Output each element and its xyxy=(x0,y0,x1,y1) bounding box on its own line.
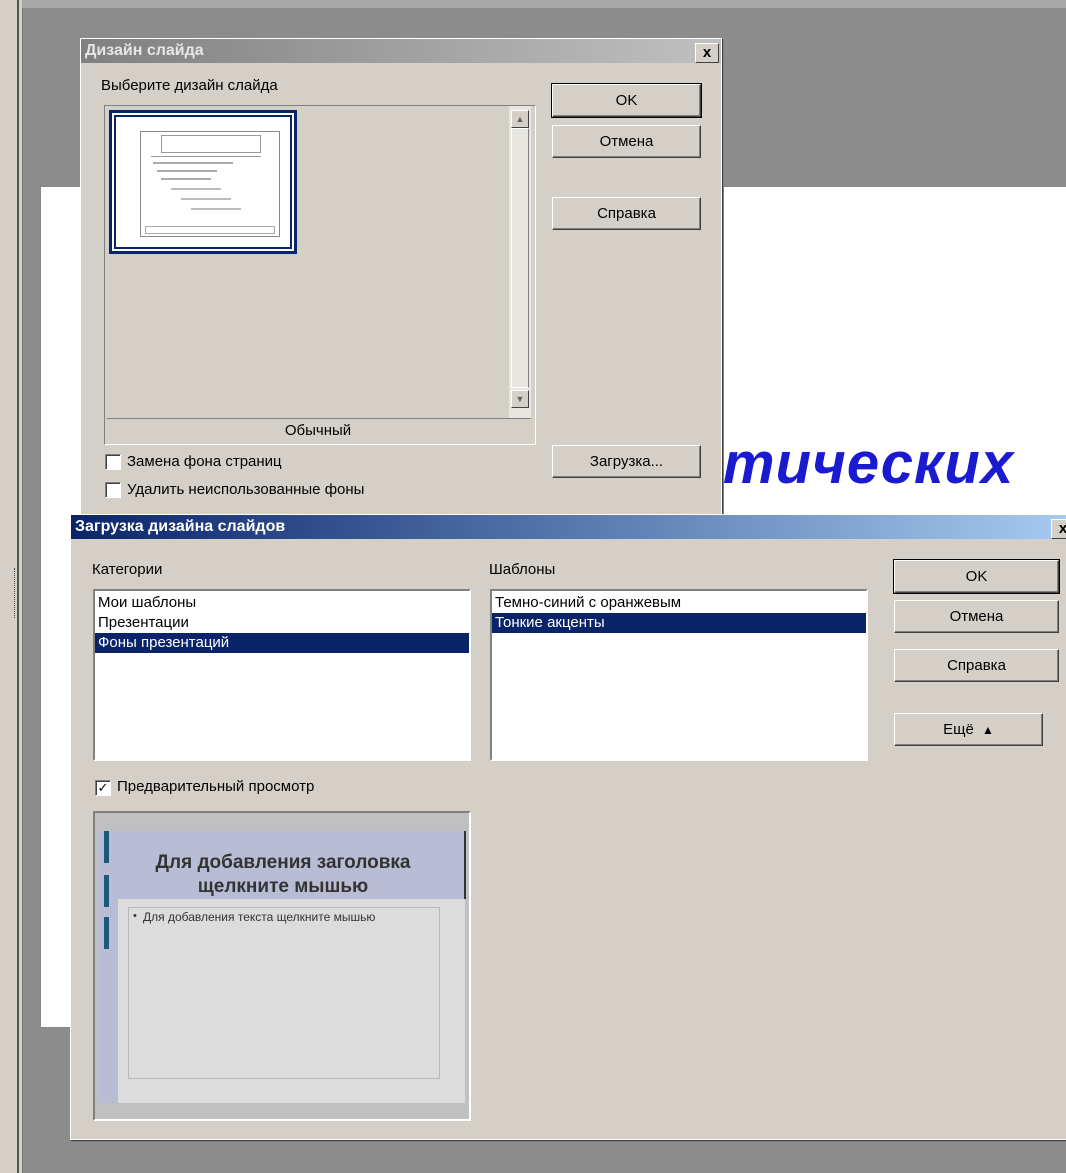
replace-bg-label[interactable]: Замена фона страниц xyxy=(127,453,282,470)
thumbnail-slide xyxy=(140,131,280,237)
top-band xyxy=(22,0,1066,8)
load-design-titlebar: Загрузка дизайна слайдов xyxy=(71,515,1066,539)
templates-item[interactable]: Тонкие акценты xyxy=(492,613,866,633)
load-ok-button[interactable]: OK xyxy=(893,559,1060,594)
choose-design-text: Выберите дизайн слайда xyxy=(101,77,278,94)
design-thumbnail[interactable] xyxy=(109,110,297,254)
templates-label: Шаблоны xyxy=(489,561,556,578)
slide-title-text: тических xyxy=(723,431,1015,496)
slide-design-close-button[interactable]: x xyxy=(695,43,719,63)
panel-resize-grip[interactable] xyxy=(14,568,18,618)
design-ok-button[interactable]: OK xyxy=(551,83,702,118)
preview-label[interactable]: Предварительный просмотр xyxy=(117,778,314,795)
categories-item[interactable]: Фоны презентаций xyxy=(95,633,469,653)
preview-body-area: • Для добавления текста щелкните мышью xyxy=(118,899,465,1103)
templates-list[interactable]: Темно-синий с оранжевым Тонкие акценты xyxy=(490,589,868,761)
preview-checkbox[interactable]: ✓ xyxy=(95,780,111,796)
slide-design-dialog: Дизайн слайда x Выберите дизайн слайда ▲… xyxy=(80,38,722,518)
categories-list[interactable]: Мои шаблоны Презентации Фоны презентаций xyxy=(93,589,471,761)
templates-item[interactable]: Темно-синий с оранжевым xyxy=(492,593,866,613)
design-help-button[interactable]: Справка xyxy=(552,197,701,230)
categories-item[interactable]: Презентации xyxy=(95,613,469,633)
categories-item[interactable]: Мои шаблоны xyxy=(95,593,469,613)
slide-design-title: Дизайн слайда xyxy=(85,42,204,59)
more-button-label: Ещё xyxy=(943,721,974,738)
preview-body-box: • Для добавления текста щелкните мышью xyxy=(128,907,440,1079)
load-design-title: Загрузка дизайна слайдов xyxy=(75,518,286,535)
design-load-button[interactable]: Загрузка... xyxy=(552,445,701,478)
delete-unused-checkbox[interactable] xyxy=(105,482,121,498)
load-cancel-button[interactable]: Отмена xyxy=(894,600,1059,633)
scroll-down-arrow-icon[interactable]: ▼ xyxy=(511,390,529,408)
slide-design-titlebar: Дизайн слайда xyxy=(81,39,721,63)
load-design-close-button[interactable]: x xyxy=(1051,519,1066,539)
more-button[interactable]: Ещё ▲ xyxy=(894,713,1043,746)
preview-body-text: Для добавления текста щелкните мышью xyxy=(143,910,376,924)
scroll-up-arrow-icon[interactable]: ▲ xyxy=(511,110,529,128)
replace-bg-checkbox[interactable] xyxy=(105,454,121,470)
categories-label: Категории xyxy=(92,561,163,578)
design-cancel-button[interactable]: Отмена xyxy=(552,125,701,158)
preview-frame: Для добавления заголовка щелкните мышью … xyxy=(93,811,471,1121)
load-help-button[interactable]: Справка xyxy=(894,649,1059,682)
left-panel-strip xyxy=(0,0,23,1173)
design-name-label: Обычный xyxy=(284,422,352,439)
preview-slide: Для добавления заголовка щелкните мышью … xyxy=(98,831,466,1103)
design-list-scrollbar[interactable]: ▲ ▼ xyxy=(509,106,531,418)
choose-design-label: Выберите дизайн слайда xyxy=(101,77,278,94)
preview-title: Для добавления заголовка щелкните мышью xyxy=(155,852,411,897)
delete-unused-label[interactable]: Удалить неиспользованные фоны xyxy=(127,481,364,498)
load-design-dialog: Загрузка дизайна слайдов x Категории Мои… xyxy=(70,514,1066,1140)
chevron-up-icon: ▲ xyxy=(981,723,994,737)
design-list[interactable]: ▲ ▼ Обычный xyxy=(104,105,536,445)
